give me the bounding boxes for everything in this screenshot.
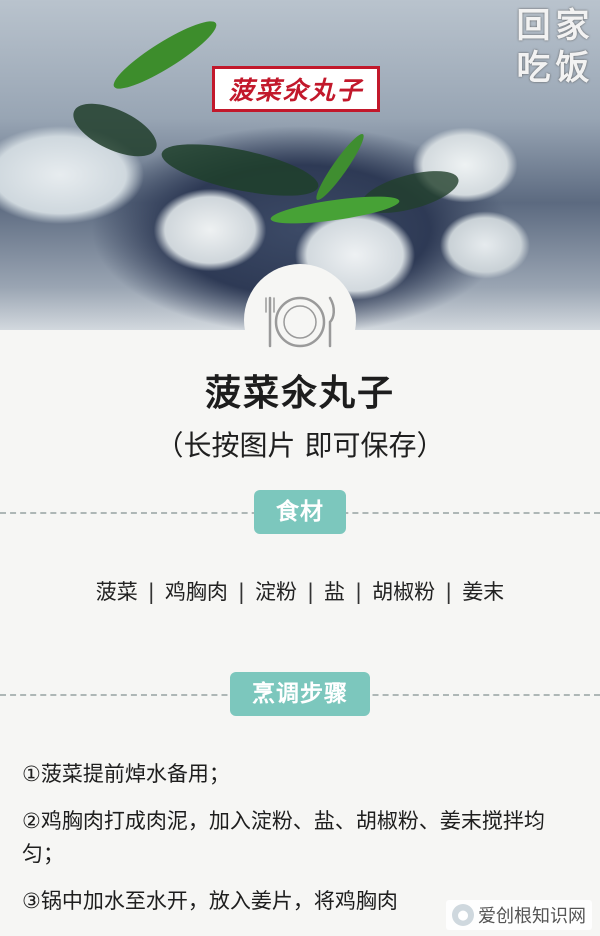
recipe-title: 菠菜氽丸子 (204, 373, 395, 414)
show-logo: 回 家 吃 饭 (514, 6, 592, 90)
spinach-stem (311, 130, 369, 204)
watermark-logo-icon: ● (452, 904, 474, 926)
ingredient-item: 盐 (324, 580, 346, 604)
spinach-stem (107, 12, 223, 98)
ingredient-item: 姜末 (462, 580, 505, 604)
logo-char: 吃 (516, 48, 551, 88)
ingredient-item: 淀粉 (254, 580, 297, 604)
watermark-text: 爱创根知识网 (478, 906, 586, 927)
dish-label: 菠菜氽丸子 (212, 66, 380, 112)
spinach-leaf (65, 92, 165, 168)
logo-char: 回 (516, 6, 551, 46)
spinach-stem (269, 191, 401, 229)
ingredient-item: 菠菜 (95, 580, 138, 604)
ingredients-heading: 食材 (254, 490, 346, 534)
dish-label-text: 菠菜氽丸子 (228, 76, 364, 105)
logo-char: 饭 (555, 48, 590, 88)
ingredient-item: 胡椒粉 (372, 580, 436, 604)
save-hint: （长按图片 即可保存） (155, 429, 445, 462)
steps-heading: 烹调步骤 (230, 672, 370, 716)
spinach-leaf (157, 133, 323, 207)
step-item: ①菠菜提前焯水备用； (22, 762, 230, 786)
ingredient-list: 菠菜 | 鸡胸肉 | 淀粉 | 盐 | 胡椒粉 | 姜末 (95, 580, 505, 604)
step-item: ②鸡胸肉打成肉泥，加入淀粉、盐、胡椒粉、姜末搅拌均匀； (22, 809, 545, 866)
site-watermark: ● 爱创根知识网 (446, 900, 592, 930)
plate-cutlery-icon (265, 296, 335, 348)
ingredient-item: 鸡胸肉 (164, 580, 228, 604)
logo-char: 家 (555, 6, 590, 46)
